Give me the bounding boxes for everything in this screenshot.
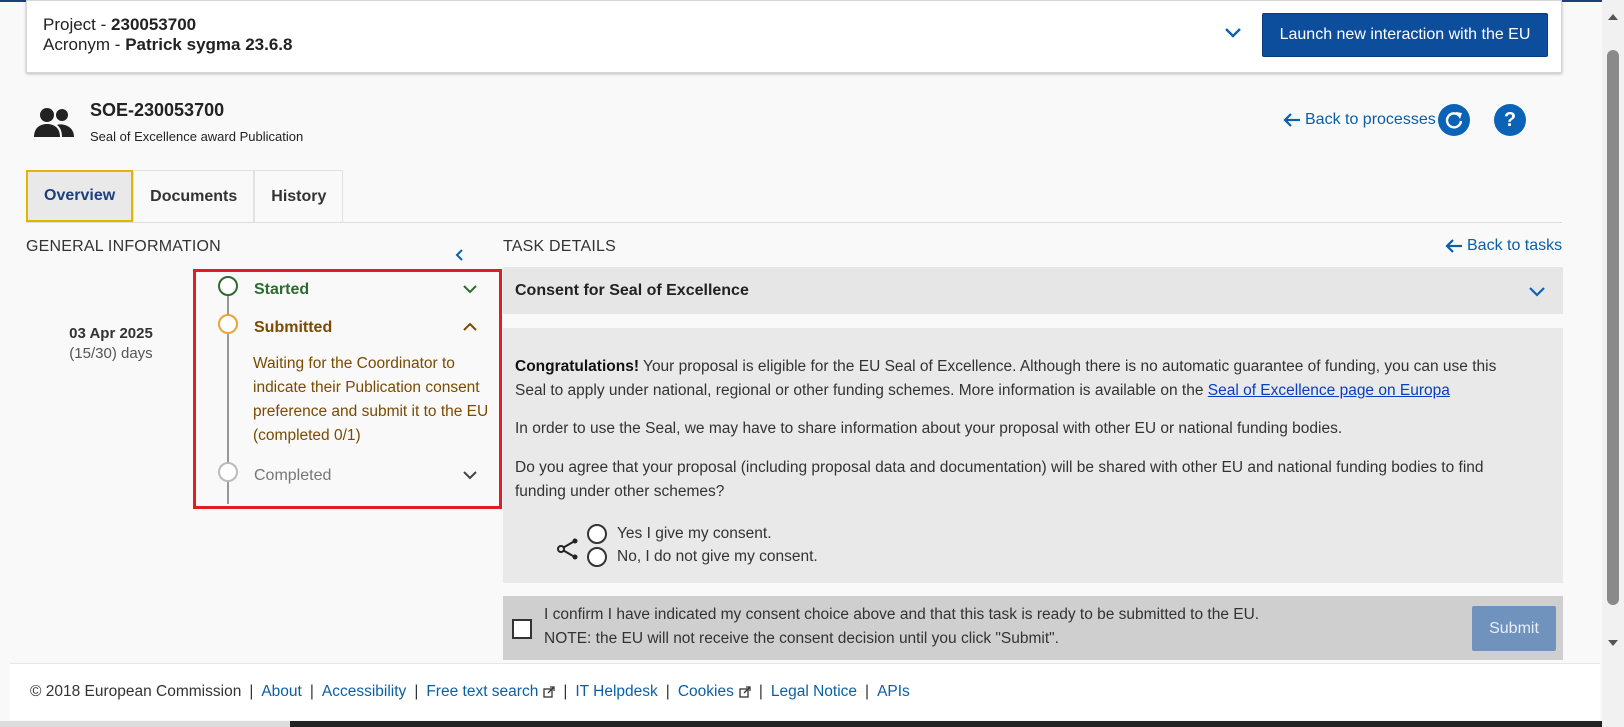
help-icon[interactable]: ? (1494, 104, 1526, 136)
back-to-tasks-link[interactable]: Back to tasks (1445, 237, 1562, 255)
step-submitted-description: Waiting for the Coordinator to indicate … (253, 355, 489, 444)
task-details-heading: TASK DETAILS (503, 238, 616, 255)
footer-link-free-text-search-label: Free text search (426, 683, 539, 700)
footer-separator: | (563, 683, 568, 700)
back-to-processes-link[interactable]: Back to processes (1283, 111, 1436, 129)
general-information-heading: GENERAL INFORMATION (26, 238, 221, 255)
step-submitted-dot (218, 314, 238, 334)
refresh-icon[interactable] (1438, 104, 1470, 136)
step-submitted-collapse-chevron-icon[interactable] (461, 318, 479, 336)
window-bottom-edge-light (0, 721, 290, 727)
footer-link-free-text-search[interactable]: Free text search (426, 683, 555, 701)
scroll-up-arrow-icon[interactable] (1608, 14, 1618, 20)
external-link-icon (543, 686, 555, 698)
consent-yes-option[interactable]: Yes I give my consent. (587, 524, 772, 544)
external-link-icon (739, 686, 751, 698)
step-started-label: Started (254, 281, 310, 298)
consent-no-radio[interactable] (587, 547, 607, 567)
back-to-processes-label: Back to processes (1305, 111, 1436, 128)
help-glyph: ? (1503, 108, 1517, 131)
footer-separator: | (309, 683, 314, 700)
consent-question: Do you agree that your proposal (includi… (515, 459, 1484, 500)
tab-history[interactable]: History (254, 170, 344, 222)
project-header-card: Project - 230053700 Acronym - Patrick sy… (26, 0, 1562, 73)
collapse-panel-chevron-icon[interactable] (453, 248, 467, 262)
project-number-line: Project - 230053700 (43, 15, 196, 35)
consent-no-option[interactable]: No, I do not give my consent. (587, 547, 818, 567)
footer-separator: | (758, 683, 763, 700)
consent-no-label: No, I do not give my consent. (617, 548, 818, 565)
refresh-glyph-icon (1445, 112, 1463, 129)
footer-link-about[interactable]: About (261, 683, 302, 701)
status-timeline: Started Submitted Waiting for the Coordi… (193, 269, 502, 509)
back-to-tasks-label: Back to tasks (1467, 237, 1563, 254)
project-label: Project - (43, 15, 112, 34)
footer-separator: | (414, 683, 419, 700)
tabs-divider (26, 222, 1562, 223)
footer-link-cookies[interactable]: Cookies (678, 683, 751, 701)
footer-separator: | (665, 683, 670, 700)
process-title: SOE-230053700 (90, 100, 225, 120)
submit-button[interactable]: Submit (1472, 606, 1556, 651)
congratulations-bold: Congratulations! (515, 358, 639, 375)
scrollbar-thumb[interactable] (1607, 50, 1619, 605)
seal-of-excellence-link[interactable]: Seal of Excellence page on Europa (1208, 382, 1450, 399)
users-group-icon (34, 108, 74, 137)
footer-copyright: © 2018 European Commission (30, 683, 242, 700)
step-completed-dot (218, 462, 238, 482)
task-expand-chevron-icon[interactable] (1527, 281, 1547, 301)
step-started-dot (218, 276, 238, 296)
footer-link-it-helpdesk[interactable]: IT Helpdesk (575, 683, 657, 701)
step-days: (15/30) days (69, 345, 153, 362)
timeline-connector (227, 296, 229, 316)
footer-link-legal-notice[interactable]: Legal Notice (771, 683, 857, 701)
timeline-connector (227, 482, 229, 504)
confirm-note: NOTE: the EU will not receive the consen… (544, 630, 1059, 647)
project-number: 230053700 (111, 15, 197, 34)
congratulations-paragraph: Congratulations! Your proposal is eligib… (515, 355, 1525, 403)
tab-bar: Overview Documents History (26, 170, 344, 222)
confirm-submit-bar: I confirm I have indicated my consent ch… (503, 596, 1563, 660)
arrow-left-icon (1445, 239, 1462, 253)
process-subtitle: Seal of Excellence award Publication (90, 129, 304, 144)
consent-yes-radio[interactable] (587, 524, 607, 544)
footer-separator: | (865, 683, 870, 700)
confirm-checkbox[interactable] (512, 619, 532, 639)
scroll-down-arrow-icon[interactable] (1608, 640, 1618, 646)
step-date: 03 Apr 2025 (69, 325, 153, 342)
task-title-bar[interactable]: Consent for Seal of Excellence (503, 267, 1563, 314)
project-expand-chevron-icon[interactable] (1222, 21, 1244, 43)
step-completed-label: Completed (254, 467, 332, 484)
share-icon (557, 538, 578, 560)
share-info-paragraph: In order to use the Seal, we may have to… (515, 420, 1343, 437)
confirm-line: I confirm I have indicated my consent ch… (544, 606, 1260, 623)
footer: © 2018 European Commission | About | Acc… (10, 663, 1600, 720)
date-block: 03 Apr 2025 (15/30) days (55, 325, 167, 362)
footer-separator: | (249, 683, 254, 700)
acronym-line: Acronym - Patrick sygma 23.6.8 (43, 35, 292, 55)
tab-overview[interactable]: Overview (26, 170, 134, 222)
footer-link-apis[interactable]: APIs (877, 683, 910, 701)
footer-link-cookies-label: Cookies (677, 683, 734, 700)
consent-panel: Congratulations! Your proposal is eligib… (503, 328, 1563, 583)
footer-link-accessibility[interactable]: Accessibility (322, 683, 406, 701)
step-submitted-label: Submitted (254, 319, 333, 336)
consent-yes-label: Yes I give my consent. (617, 525, 772, 542)
acronym-value: Patrick sygma 23.6.8 (125, 35, 293, 54)
timeline-connector (227, 334, 229, 464)
confirm-text: I confirm I have indicated my consent ch… (544, 603, 1259, 651)
acronym-label: Acronym - (43, 35, 126, 54)
arrow-left-icon (1283, 113, 1300, 127)
window-bottom-edge (0, 721, 1602, 727)
step-started-expand-chevron-icon[interactable] (461, 280, 479, 298)
launch-interaction-button[interactable]: Launch new interaction with the EU (1262, 13, 1548, 57)
step-completed-expand-chevron-icon[interactable] (461, 466, 479, 484)
tab-documents[interactable]: Documents (133, 170, 255, 222)
task-title: Consent for Seal of Excellence (515, 281, 749, 299)
page-scrollbar[interactable] (1602, 0, 1624, 727)
